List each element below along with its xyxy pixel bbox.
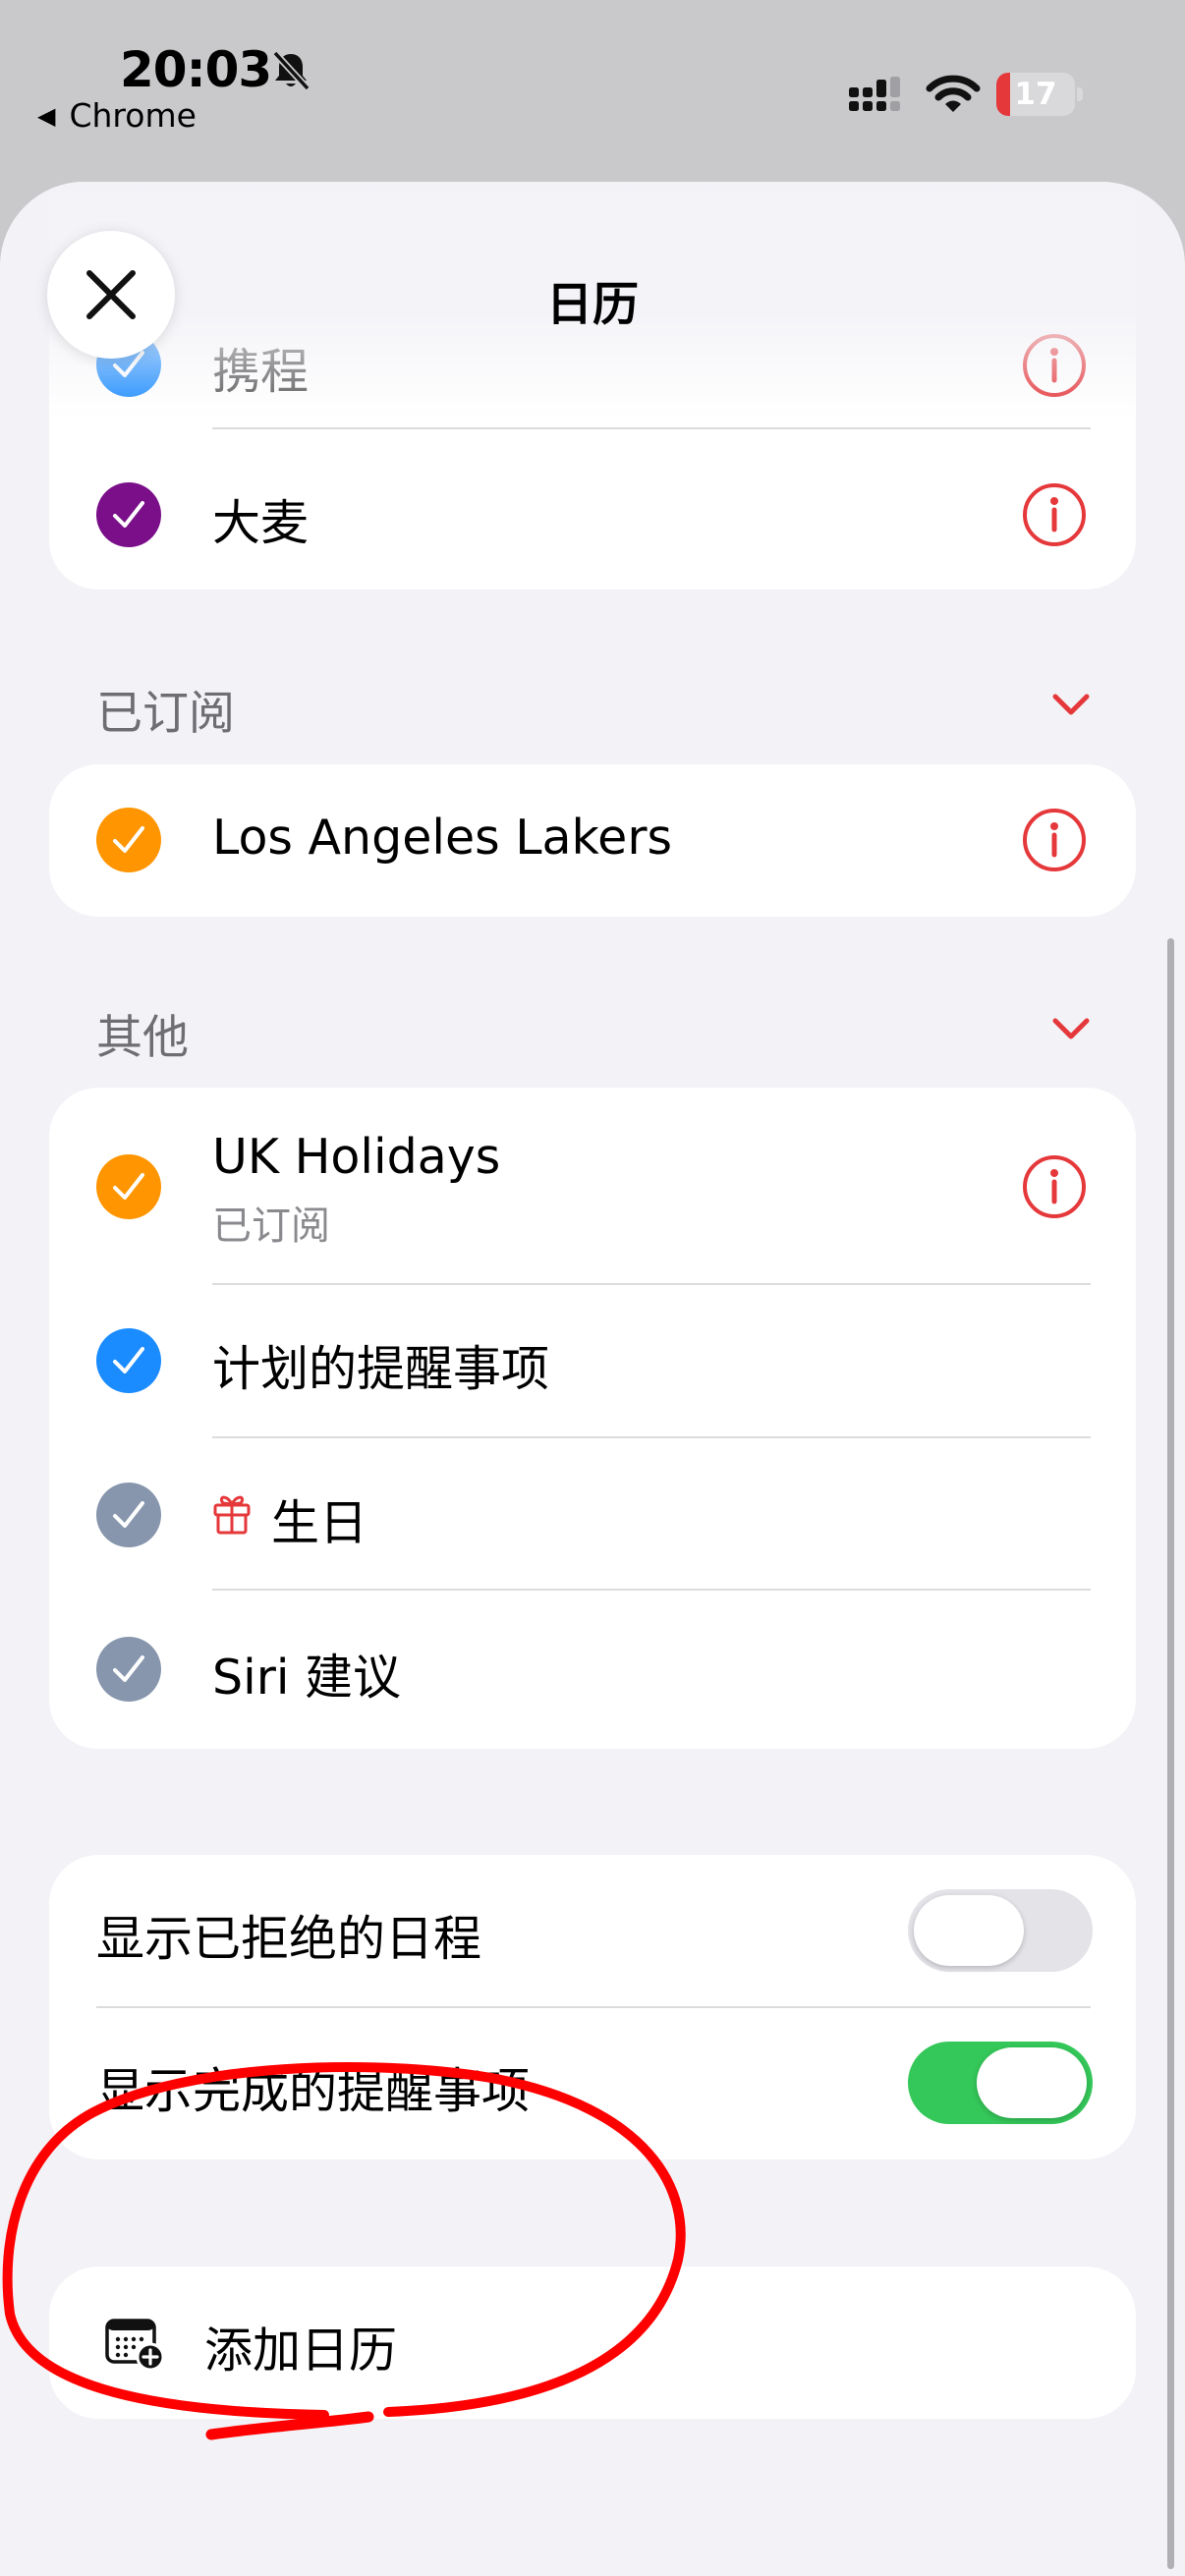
battery-level: 17: [1014, 77, 1057, 112]
settings-card: 显示已拒绝的日程 显示完成的提醒事项: [49, 1855, 1136, 2159]
gift-icon: [212, 1491, 252, 1539]
other-card: UK Holidays 已订阅 计划的提醒事项 生日 Siri 建议: [49, 1088, 1136, 1749]
calendar-label: 生日: [271, 1495, 368, 1551]
bell-slash-icon: [269, 49, 312, 96]
add-calendar-label: 添加日历: [204, 2323, 398, 2379]
back-triangle-icon: ◀: [37, 102, 56, 130]
checkmark-icon[interactable]: [96, 808, 161, 872]
setting-label: 显示完成的提醒事项: [96, 2063, 531, 2119]
calendar-row-siri-suggestions[interactable]: Siri 建议: [49, 1590, 1136, 1747]
chevron-down-icon[interactable]: [1051, 691, 1091, 722]
calendar-add-icon: [104, 2316, 165, 2375]
setting-label: 显示已拒绝的日程: [96, 1911, 482, 1967]
toggle-switch[interactable]: [908, 2042, 1093, 2124]
calendar-row-lakers[interactable]: Los Angeles Lakers: [49, 764, 1136, 917]
calendar-label: 大麦: [212, 495, 310, 551]
chevron-down-icon[interactable]: [1051, 1015, 1091, 1046]
toggle-knob: [914, 1895, 1024, 1966]
status-bar: 20:03 ◀ Chrome 17: [0, 0, 1185, 182]
calendar-label: 计划的提醒事项: [212, 1341, 550, 1397]
checkmark-icon[interactable]: [96, 1328, 161, 1393]
back-to-app-link[interactable]: ◀ Chrome: [37, 96, 197, 135]
calendar-sublabel: 已订阅: [212, 1204, 330, 1249]
calendar-label: Los Angeles Lakers: [212, 810, 672, 866]
section-header-other: 其他: [96, 1011, 189, 1065]
checkmark-icon[interactable]: [96, 1483, 161, 1547]
info-icon[interactable]: [1022, 808, 1087, 876]
scrollbar[interactable]: [1167, 938, 1174, 2569]
calendar-row-damai[interactable]: 大麦: [49, 429, 1136, 582]
calendar-label: UK Holidays: [212, 1129, 501, 1185]
info-icon[interactable]: [1022, 482, 1087, 551]
calendar-row-uk-holidays[interactable]: UK Holidays 已订阅: [49, 1088, 1136, 1285]
calendar-row-birthdays[interactable]: 生日: [49, 1437, 1136, 1591]
calendar-row-scheduled-reminders[interactable]: 计划的提醒事项: [49, 1285, 1136, 1438]
info-icon[interactable]: [1022, 1154, 1087, 1223]
checkmark-icon[interactable]: [96, 1154, 161, 1219]
section-header-subscribed: 已订阅: [96, 687, 235, 741]
setting-row-show-completed[interactable]: 显示完成的提醒事项: [49, 2007, 1136, 2159]
checkmark-icon[interactable]: [96, 1637, 161, 1702]
status-time: 20:03: [120, 41, 272, 98]
setting-row-show-declined[interactable]: 显示已拒绝的日程: [49, 1855, 1136, 2008]
toggle-switch[interactable]: [908, 1889, 1093, 1972]
back-app-label: Chrome: [69, 96, 197, 135]
checkmark-icon[interactable]: [96, 482, 161, 547]
add-calendar-button[interactable]: 添加日历: [49, 2267, 1136, 2419]
toggle-knob: [977, 2047, 1087, 2118]
wifi-icon: [926, 73, 981, 120]
battery-icon: 17: [996, 73, 1083, 116]
sheet-title: 日历: [546, 278, 639, 332]
subscribed-card: Los Angeles Lakers: [49, 764, 1136, 917]
calendar-label: Siri 建议: [212, 1650, 402, 1706]
signal-icon: [849, 77, 908, 122]
calendars-sheet: 工作 携程 大麦 日历 已订: [0, 182, 1185, 2576]
